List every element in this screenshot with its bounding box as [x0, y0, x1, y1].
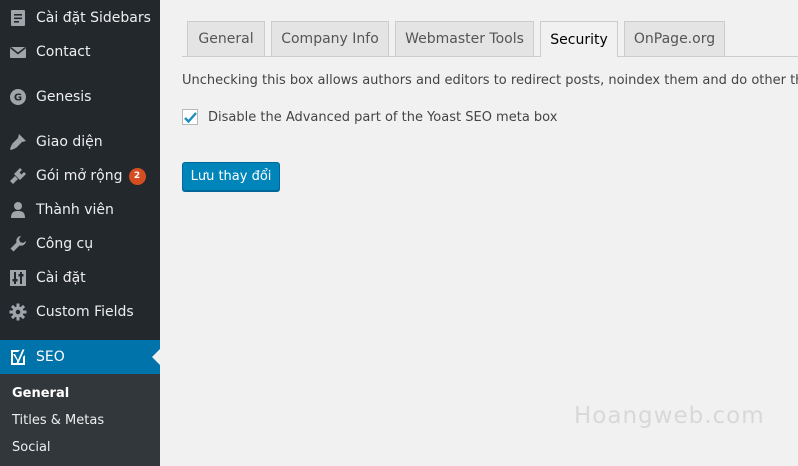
plugin-icon — [8, 166, 28, 186]
disable-advanced-checkbox[interactable] — [182, 109, 198, 125]
sidebar-item-tools[interactable]: Công cụ — [0, 227, 160, 261]
sidebar-item-label: Contact — [36, 44, 91, 60]
sidebar-item-label: Custom Fields — [36, 304, 134, 320]
sidebar-item-settings[interactable]: Cài đặt — [0, 261, 160, 295]
sidebar-item-plugins[interactable]: Gói mở rộng 2 — [0, 159, 160, 193]
sidebar-item-label: SEO — [36, 349, 65, 365]
sidebar-item-label: Cài đặt — [36, 270, 86, 286]
svg-text:G: G — [14, 93, 22, 104]
sidebar-item-label: Giao diện — [36, 134, 103, 150]
tab-security[interactable]: Security — [540, 21, 618, 57]
seo-submenu: General Titles & Metas Social — [0, 374, 160, 466]
page-icon — [8, 8, 28, 28]
checkmark-icon — [183, 111, 197, 123]
admin-sidebar: Cài đặt Sidebars Contact G Genesis Giao … — [0, 0, 160, 466]
save-changes-button[interactable]: Lưu thay đổi — [182, 162, 280, 191]
tab-onpage-org[interactable]: OnPage.org — [624, 21, 725, 56]
sidebar-item-contact[interactable]: Contact — [0, 35, 160, 69]
sidebar-item-label: Genesis — [36, 89, 92, 105]
watermark: Hoangweb.com — [574, 403, 765, 429]
genesis-icon: G — [8, 87, 28, 107]
sidebar-item-label: Cài đặt Sidebars — [36, 10, 151, 26]
brush-icon — [8, 132, 28, 152]
sidebar-item-label: Gói mở rộng — [36, 168, 123, 184]
app-root: Cài đặt Sidebars Contact G Genesis Giao … — [0, 0, 798, 466]
sidebar-item-seo[interactable]: SEO — [0, 340, 160, 374]
sidebar-item-genesis[interactable]: G Genesis — [0, 80, 160, 114]
sidebar-item-custom-fields[interactable]: Custom Fields — [0, 295, 160, 329]
sidebar-item-label: Thành viên — [36, 202, 114, 218]
settings-icon — [8, 268, 28, 288]
tab-company-info[interactable]: Company Info — [271, 21, 389, 56]
checkbox-label[interactable]: Disable the Advanced part of the Yoast S… — [208, 110, 557, 125]
tab-webmaster-tools[interactable]: Webmaster Tools — [395, 21, 534, 56]
sidebar-item-appearance[interactable]: Giao diện — [0, 125, 160, 159]
security-description: Unchecking this box allows authors and e… — [182, 73, 798, 88]
envelope-icon — [8, 42, 28, 62]
active-indicator-arrow — [152, 349, 160, 365]
update-count-badge: 2 — [128, 167, 146, 185]
sidebar-item-users[interactable]: Thành viên — [0, 193, 160, 227]
user-icon — [8, 200, 28, 220]
yoast-icon — [8, 347, 28, 367]
main-content: General Company Info Webmaster Tools Sec… — [160, 0, 798, 466]
submenu-item-general[interactable]: General — [12, 386, 69, 401]
wrench-icon — [8, 234, 28, 254]
gear-icon — [8, 302, 28, 322]
submenu-item-social[interactable]: Social — [12, 440, 51, 455]
submenu-item-titles-metas[interactable]: Titles & Metas — [12, 413, 104, 428]
sidebar-item-sidebars[interactable]: Cài đặt Sidebars — [0, 1, 160, 35]
advanced-metabox-option: Disable the Advanced part of the Yoast S… — [182, 109, 557, 125]
tab-general[interactable]: General — [187, 21, 265, 56]
tabs-divider — [182, 56, 798, 57]
sidebar-item-label: Công cụ — [36, 236, 94, 252]
